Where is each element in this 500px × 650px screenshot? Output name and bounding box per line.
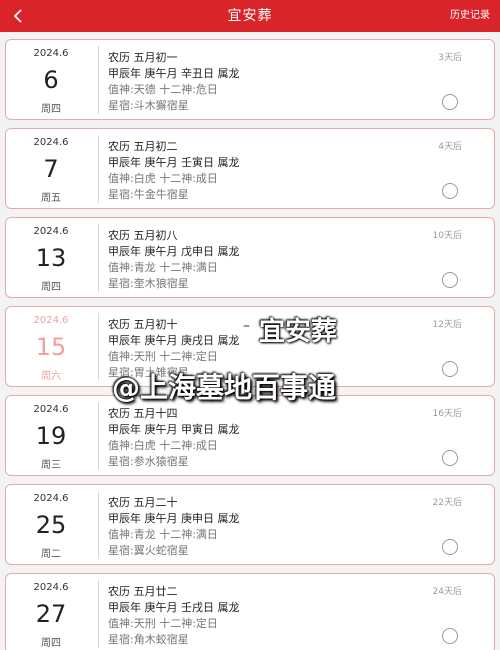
overlay-title: 宜安葬 [259,317,338,347]
history-button[interactable]: 历史记录 [450,0,490,32]
date-column: 2024.6 15 周六 [6,307,96,386]
weekday: 周四 [41,282,61,293]
weekday: 周六 [41,371,61,382]
day-card[interactable]: 2024.6 7 周五 农历 五月初二 甲辰年 庚午月 壬寅日 属龙 值神:白虎… [5,128,495,209]
zhishen: 值神:白虎 十二神:成日 [108,172,218,185]
lunar-date: 农历 五月廿二 [108,585,178,598]
day-number: 15 [35,333,67,361]
day-info: 农历 五月二十 甲辰年 庚午月 庚申日 属龙 值神:青龙 十二神:满日 星宿:翼… [108,495,434,559]
weekday: 周三 [41,460,61,471]
ganzhi: 甲辰年 庚午月 庚申日 属龙 [108,512,240,525]
overlay-watermark: @上海墓地百事通 [112,371,337,404]
countdown: 22天后 [432,498,462,508]
day-number: 13 [35,244,67,272]
countdown: 10天后 [432,231,462,241]
day-number: 19 [35,422,67,450]
divider [98,135,99,203]
day-card[interactable]: 2024.6 13 周四 农历 五月初八 甲辰年 庚午月 戊申日 属龙 值神:青… [5,217,495,298]
xingxiu: 星宿:参水猿宿星 [108,455,189,468]
radio-circle-icon[interactable] [442,183,458,199]
lunar-date: 农历 五月初八 [108,229,178,242]
day-card[interactable]: 2024.6 27 周四 农历 五月廿二 甲辰年 庚午月 壬戌日 属龙 值神:天… [5,573,495,650]
radio-circle-icon[interactable] [442,361,458,377]
day-card[interactable]: 2024.6 6 周四 农历 五月初一 甲辰年 庚午月 辛丑日 属龙 值神:天德… [5,39,495,120]
weekday: 周四 [41,638,61,649]
radio-circle-icon[interactable] [442,272,458,288]
date-column: 2024.6 19 周三 [6,396,96,475]
divider [98,46,99,114]
radio-circle-icon[interactable] [442,539,458,555]
lunar-date: 农历 五月二十 [108,496,178,509]
radio-circle-icon[interactable] [442,628,458,644]
zhishen: 值神:天德 十二神:危日 [108,83,218,96]
date-column: 2024.6 7 周五 [6,129,96,208]
zhishen: 值神:白虎 十二神:成日 [108,439,218,452]
radio-circle-icon[interactable] [442,450,458,466]
xingxiu: 星宿:牛金牛宿星 [108,188,189,201]
countdown: 3天后 [438,53,462,63]
day-info: 农历 五月十四 甲辰年 庚午月 甲寅日 属龙 值神:白虎 十二神:成日 星宿:参… [108,406,434,470]
zhishen: 值神:青龙 十二神:满日 [108,528,218,541]
divider [98,313,99,381]
date-column: 2024.6 25 周二 [6,485,96,564]
date-column: 2024.6 27 周四 [6,574,96,650]
day-number: 6 [43,66,59,94]
overlay-dash: – [243,318,250,334]
day-info: 农历 五月初八 甲辰年 庚午月 戊申日 属龙 值神:青龙 十二神:满日 星宿:奎… [108,228,434,292]
ganzhi: 甲辰年 庚午月 壬寅日 属龙 [108,156,240,169]
year-month: 2024.6 [33,48,69,59]
ganzhi: 甲辰年 庚午月 戊申日 属龙 [108,245,240,258]
countdown: 24天后 [432,587,462,597]
lunar-date: 农历 五月初一 [108,51,178,64]
year-month: 2024.6 [33,137,69,148]
day-number: 25 [35,511,67,539]
xingxiu: 星宿:奎木狼宿星 [108,277,189,290]
date-column: 2024.6 13 周四 [6,218,96,297]
top-bar: 宜安葬 历史记录 [0,0,500,32]
xingxiu: 星宿:斗木獬宿星 [108,99,189,112]
day-info: 农历 五月廿二 甲辰年 庚午月 壬戌日 属龙 值神:天刑 十二神:定日 星宿:角… [108,584,434,648]
year-month: 2024.6 [33,493,69,504]
day-card[interactable]: 2024.6 19 周三 农历 五月十四 甲辰年 庚午月 甲寅日 属龙 值神:白… [5,395,495,476]
day-number: 7 [43,155,59,183]
day-card[interactable]: 2024.6 25 周二 农历 五月二十 甲辰年 庚午月 庚申日 属龙 值神:青… [5,484,495,565]
day-info: 农历 五月初一 甲辰年 庚午月 辛丑日 属龙 值神:天德 十二神:危日 星宿:斗… [108,50,434,114]
countdown: 16天后 [432,409,462,419]
ganzhi: 甲辰年 庚午月 壬戌日 属龙 [108,601,240,614]
divider [98,402,99,470]
xingxiu: 星宿:翼火蛇宿星 [108,544,189,557]
xingxiu: 星宿:角木蛟宿星 [108,633,189,646]
weekday: 周五 [41,193,61,204]
year-month: 2024.6 [33,315,69,326]
ganzhi: 甲辰年 庚午月 甲寅日 属龙 [108,423,240,436]
lunar-date: 农历 五月初二 [108,140,178,153]
year-month: 2024.6 [33,226,69,237]
page-title: 宜安葬 [227,8,273,24]
ganzhi: 甲辰年 庚午月 辛丑日 属龙 [108,67,240,80]
divider [98,224,99,292]
radio-circle-icon[interactable] [442,94,458,110]
weekday: 周四 [41,104,61,115]
zhishen: 值神:青龙 十二神:满日 [108,261,218,274]
divider [98,580,99,648]
year-month: 2024.6 [33,582,69,593]
countdown: 4天后 [438,142,462,152]
date-column: 2024.6 6 周四 [6,40,96,119]
zhishen: 值神:天刑 十二神:定日 [108,617,218,630]
lunar-date: 农历 五月十四 [108,407,178,420]
zhishen: 值神:天刑 十二神:定日 [108,350,218,363]
divider [98,491,99,559]
day-number: 27 [35,600,67,628]
year-month: 2024.6 [33,404,69,415]
weekday: 周二 [41,549,61,560]
day-info: 农历 五月初二 甲辰年 庚午月 壬寅日 属龙 值神:白虎 十二神:成日 星宿:牛… [108,139,434,203]
countdown: 12天后 [432,320,462,330]
